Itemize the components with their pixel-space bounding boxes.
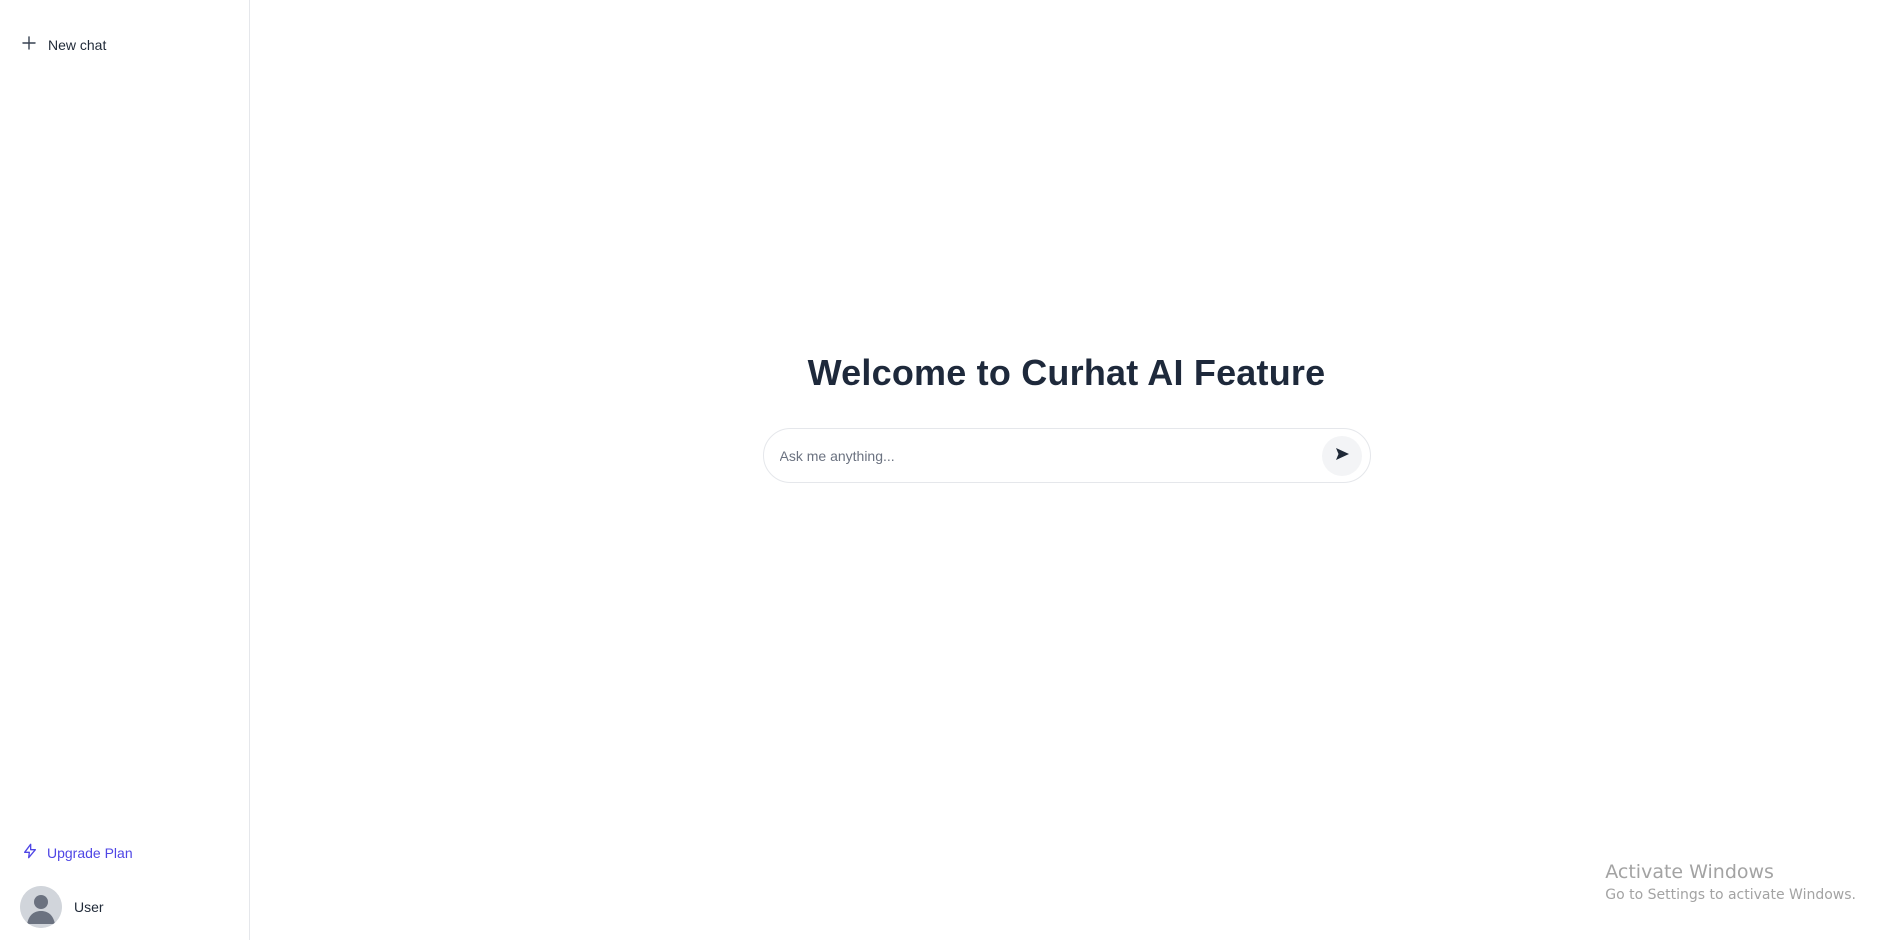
plus-icon <box>22 36 36 53</box>
windows-activation-watermark: Activate Windows Go to Settings to activ… <box>1605 861 1856 903</box>
user-name: User <box>74 899 104 915</box>
watermark-title: Activate Windows <box>1605 861 1774 883</box>
main-content: Welcome to Curhat AI Feature Activate Wi… <box>250 0 1893 940</box>
app-window: New chat Upgrade Plan User Welcome to Cu… <box>0 0 1893 940</box>
watermark-subtitle: Go to Settings to activate Windows. <box>1605 887 1856 903</box>
lightning-icon <box>22 843 38 862</box>
chat-input-bar <box>762 428 1371 483</box>
new-chat-button[interactable]: New chat <box>22 36 106 53</box>
upgrade-plan-button[interactable]: Upgrade Plan <box>22 843 133 862</box>
user-avatar-icon <box>20 886 62 928</box>
user-profile[interactable]: User <box>20 886 104 928</box>
send-arrow-icon <box>1334 446 1350 465</box>
welcome-panel: Welcome to Curhat AI Feature <box>250 352 1893 483</box>
send-button[interactable] <box>1321 435 1362 476</box>
chat-input[interactable] <box>779 447 1322 464</box>
new-chat-label: New chat <box>48 36 107 53</box>
upgrade-plan-label: Upgrade Plan <box>47 844 133 861</box>
page-title: Welcome to Curhat AI Feature <box>807 352 1326 393</box>
sidebar: New chat Upgrade Plan User <box>0 0 250 940</box>
